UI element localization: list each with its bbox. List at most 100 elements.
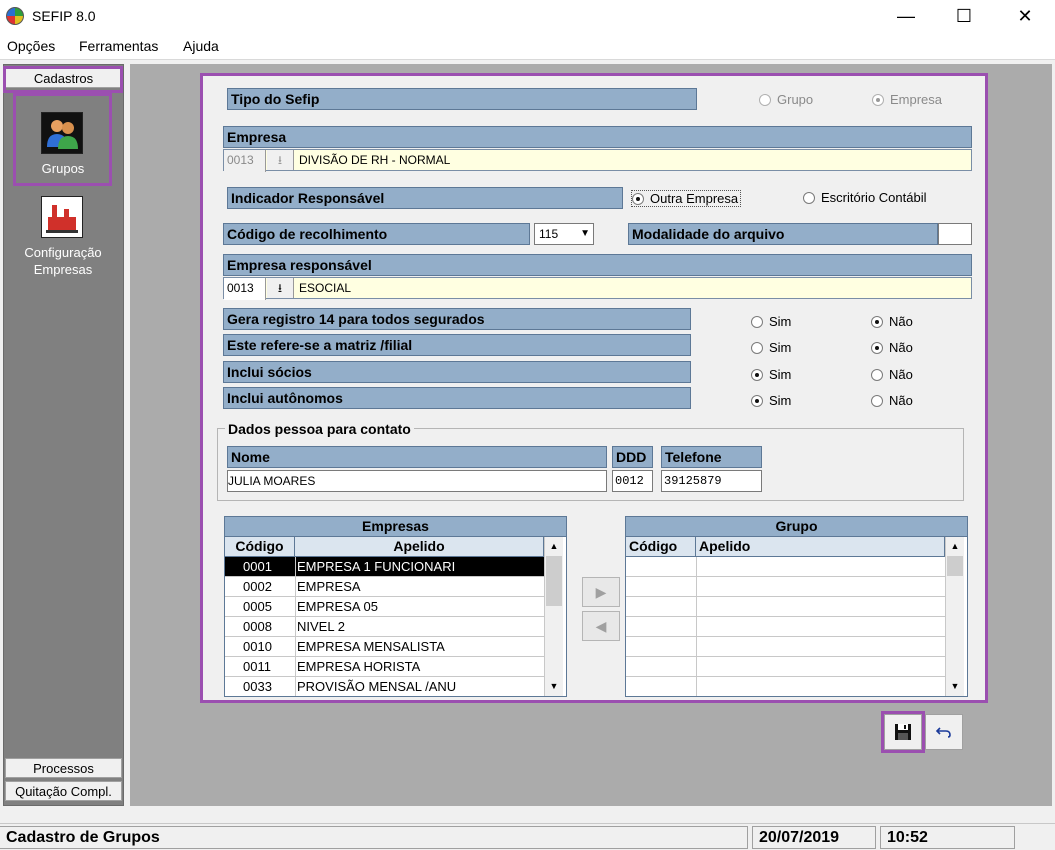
chevron-down-icon: ▼ bbox=[580, 228, 590, 239]
radio-escritorio-contabil[interactable]: Escritório Contábil bbox=[803, 190, 927, 205]
table-row[interactable]: 0005 EMPRESA 05 bbox=[225, 597, 544, 617]
table-row[interactable]: 0010 EMPRESA MENSALISTA bbox=[225, 637, 544, 657]
radio-registro14-nao-label: Não bbox=[889, 314, 913, 329]
row-codigo: 0010 bbox=[243, 639, 272, 654]
radio-registro14-sim[interactable]: Sim bbox=[751, 314, 791, 329]
window-title: SEFIP 8.0 bbox=[32, 8, 96, 24]
empresa-responsavel-lookup-icon[interactable]: ⭳ bbox=[267, 278, 294, 298]
grupo-col-codigo[interactable]: Código bbox=[626, 537, 696, 557]
radio-socios-sim-label: Sim bbox=[769, 367, 792, 382]
radio-socios-nao[interactable]: Não bbox=[871, 367, 913, 382]
row-apelido: EMPRESA HORISTA bbox=[297, 659, 421, 674]
empresas-col-apelido[interactable]: Apelido bbox=[295, 537, 544, 557]
status-bar: Cadastro de Grupos 20/07/2019 10:52 bbox=[0, 823, 1055, 850]
radio-tipo-empresa: Empresa bbox=[872, 92, 942, 107]
radio-autonomos-sim[interactable]: Sim bbox=[751, 393, 791, 408]
empresas-grid: Empresas Código Apelido 0001 EMPRESA 1 FU… bbox=[224, 516, 567, 697]
grupo-grid-title: Grupo bbox=[626, 517, 967, 537]
radio-matriz-sim[interactable]: Sim bbox=[751, 340, 791, 355]
opt-autonomos-label: Inclui autônomos bbox=[223, 387, 691, 409]
column-divider bbox=[295, 557, 296, 696]
empresa-lookup-icon: ⭳ bbox=[267, 150, 294, 170]
list-item bbox=[626, 617, 945, 637]
sidebar-header-processos[interactable]: Processos bbox=[5, 758, 122, 778]
radio-autonomos-sim-dot bbox=[751, 394, 763, 407]
grupo-scrollbar[interactable]: ▲ ▼ bbox=[945, 537, 964, 696]
scroll-up-icon[interactable]: ▲ bbox=[946, 537, 964, 555]
radio-matriz-sim-dot bbox=[751, 341, 763, 354]
modalidade-field[interactable] bbox=[938, 223, 972, 245]
menu-bar: Opções Ferramentas Ajuda bbox=[0, 32, 1055, 60]
menu-ferramentas[interactable]: Ferramentas bbox=[79, 38, 158, 54]
contato-ddd-label: DDD bbox=[612, 446, 653, 468]
form-panel: Tipo do Sefip Grupo Empresa Empresa 0013… bbox=[200, 73, 988, 703]
contato-legend: Dados pessoa para contato bbox=[225, 421, 414, 437]
row-codigo: 0001 bbox=[243, 559, 272, 574]
scroll-up-icon[interactable]: ▲ bbox=[545, 537, 563, 555]
radio-socios-nao-label: Não bbox=[889, 367, 913, 382]
add-to-group-button[interactable]: ▶ bbox=[582, 577, 620, 607]
company-config-icon[interactable] bbox=[41, 196, 83, 238]
row-apelido: EMPRESA MENSALISTA bbox=[297, 639, 445, 654]
table-row[interactable]: 0033 PROVISÃO MENSAL /ANU bbox=[225, 677, 544, 697]
radio-outra-empresa-label: Outra Empresa bbox=[650, 191, 739, 206]
modalidade-label: Modalidade do arquivo bbox=[628, 223, 938, 245]
grupo-col-apelido[interactable]: Apelido bbox=[696, 537, 945, 557]
table-row[interactable]: 0008 NIVEL 2 bbox=[225, 617, 544, 637]
tipo-sefip-label: Tipo do Sefip bbox=[227, 88, 697, 110]
scroll-down-icon[interactable]: ▼ bbox=[545, 677, 563, 695]
contato-nome-field[interactable]: JULIA MOARES bbox=[227, 470, 607, 492]
row-codigo: 0011 bbox=[243, 659, 271, 674]
table-row[interactable]: 0001 EMPRESA 1 FUNCIONARI bbox=[225, 557, 544, 577]
menu-opcoes[interactable]: Opções bbox=[7, 38, 55, 54]
sidebar: Cadastros Grupos Configuração Empresas P… bbox=[3, 64, 124, 806]
minimize-button[interactable]: — bbox=[883, 0, 929, 32]
radio-socios-sim-dot bbox=[751, 368, 763, 381]
row-apelido: NIVEL 2 bbox=[297, 619, 345, 634]
radio-outra-empresa[interactable]: Outra Empresa bbox=[630, 190, 742, 207]
radio-socios-nao-dot bbox=[871, 368, 883, 381]
scroll-thumb[interactable] bbox=[947, 556, 963, 576]
contato-telefone-field[interactable]: 39125879 bbox=[661, 470, 762, 492]
save-button[interactable] bbox=[884, 714, 922, 750]
sidebar-item-configuracao-empresas[interactable]: Configuração Empresas bbox=[4, 244, 122, 278]
radio-tipo-empresa-label: Empresa bbox=[890, 92, 943, 107]
close-button[interactable]: ✕ bbox=[1002, 0, 1048, 32]
undo-button[interactable] bbox=[925, 714, 963, 750]
radio-registro14-sim-label: Sim bbox=[769, 314, 792, 329]
groups-icon[interactable] bbox=[41, 112, 83, 154]
radio-matriz-nao-dot bbox=[871, 341, 883, 354]
list-item bbox=[626, 577, 945, 597]
table-row[interactable]: 0002 EMPRESA bbox=[225, 577, 544, 597]
empresas-col-codigo[interactable]: Código bbox=[225, 537, 295, 557]
sidebar-item-grupos[interactable]: Grupos bbox=[4, 160, 122, 177]
row-codigo: 0002 bbox=[243, 579, 272, 594]
codigo-recolhimento-select[interactable]: 115 ▼ bbox=[534, 223, 594, 245]
empresas-grid-title: Empresas bbox=[225, 517, 566, 537]
sidebar-header-quitacao[interactable]: Quitação Compl. bbox=[5, 781, 122, 801]
table-row[interactable]: 0011 EMPRESA HORISTA bbox=[225, 657, 544, 677]
empresa-field[interactable]: 0013 ⭳ DIVISÃO DE RH - NORMAL bbox=[223, 149, 972, 172]
radio-matriz-sim-label: Sim bbox=[769, 340, 792, 355]
opt-socios-label: Inclui sócios bbox=[223, 361, 691, 383]
maximize-button[interactable]: ☐ bbox=[941, 0, 987, 32]
empresa-responsavel-name: ESOCIAL bbox=[299, 281, 352, 295]
scroll-thumb[interactable] bbox=[546, 556, 562, 606]
contato-telefone-label: Telefone bbox=[661, 446, 762, 468]
contato-nome-label: Nome bbox=[227, 446, 607, 468]
radio-registro14-nao[interactable]: Não bbox=[871, 314, 913, 329]
remove-from-group-button[interactable]: ◀ bbox=[582, 611, 620, 641]
empresa-code: 0013 bbox=[224, 150, 266, 172]
radio-socios-sim[interactable]: Sim bbox=[751, 367, 791, 382]
empresas-scrollbar[interactable]: ▲ ▼ bbox=[544, 537, 563, 696]
empresa-responsavel-field[interactable]: 0013 ⭳ ESOCIAL bbox=[223, 277, 972, 300]
app-logo-icon bbox=[6, 7, 24, 25]
scroll-down-icon[interactable]: ▼ bbox=[946, 677, 964, 695]
radio-autonomos-nao[interactable]: Não bbox=[871, 393, 913, 408]
sidebar-header-cadastros[interactable]: Cadastros bbox=[5, 68, 122, 88]
radio-matriz-nao[interactable]: Não bbox=[871, 340, 913, 355]
grupo-grid: Grupo Código Apelido ▲ ▼ bbox=[625, 516, 968, 697]
menu-ajuda[interactable]: Ajuda bbox=[183, 38, 219, 54]
contato-ddd-field[interactable]: 0012 bbox=[612, 470, 653, 492]
empresa-responsavel-code: 0013 bbox=[224, 278, 266, 300]
